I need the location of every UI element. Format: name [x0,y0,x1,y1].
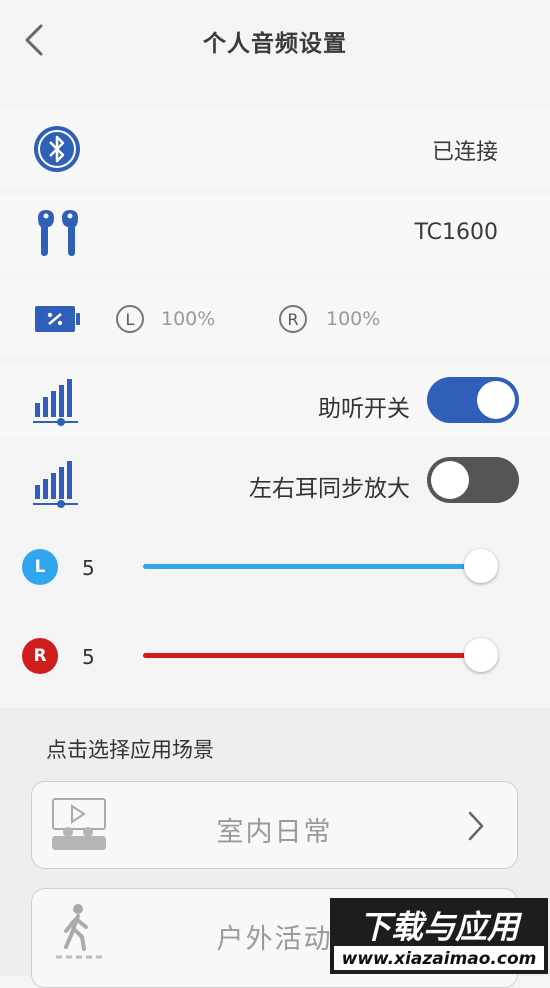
right-battery-value: 100% [326,308,381,330]
left-ear-icon: L [116,305,144,333]
sync-bars-icon [32,459,82,513]
left-slider-fill [143,564,481,569]
left-ear-badge: L [22,549,58,585]
scene-indoor-card[interactable]: 室内日常 [31,781,518,869]
right-slider-fill [143,653,481,658]
bluetooth-icon [32,124,82,178]
right-ear-icon: R [279,305,307,333]
left-slider-thumb[interactable] [464,549,498,583]
right-slider-thumb[interactable] [464,638,498,672]
device-model: TC1600 [414,220,499,245]
sync-label: 左右耳同步放大 [249,476,410,502]
right-ear-badge: R [22,638,58,674]
svg-text:www.xiazaimao.com: www.xiazaimao.com [342,949,537,969]
left-battery-value: 100% [161,308,216,330]
svg-text:下载与应用: 下载与应用 [359,908,523,946]
toggle-knob [431,461,469,499]
volume-bars-icon [32,377,82,431]
left-volume-value: 5 [82,556,95,580]
hearing-aid-toggle[interactable] [427,377,519,423]
earbuds-icon [34,208,82,262]
scene-indoor-label: 室内日常 [216,817,333,848]
site-watermark-logo: 下载与应用 www.xiazaimao.com [330,898,548,974]
sync-toggle[interactable] [427,457,519,503]
connection-status: 已连接 [431,140,498,165]
right-volume-value: 5 [82,645,95,669]
toggle-knob [477,381,515,419]
hearing-aid-label: 助听开关 [318,396,410,422]
chevron-right-icon [467,810,485,846]
battery-row [0,280,550,356]
battery-icon [34,304,82,338]
scenes-section-label: 点击选择应用场景 [46,738,214,762]
page-title: 个人音频设置 [203,31,347,57]
